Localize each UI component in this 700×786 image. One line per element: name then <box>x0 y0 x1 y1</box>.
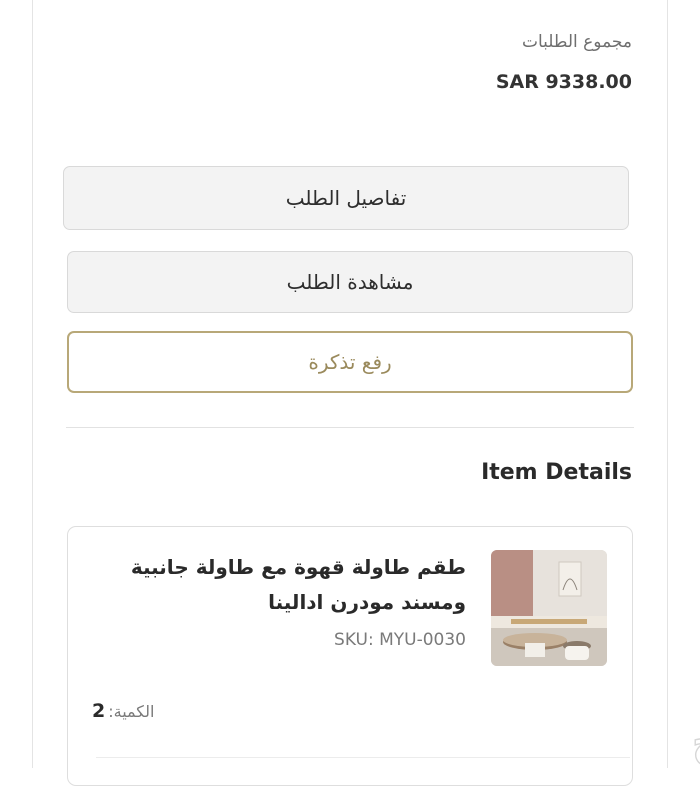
raise-ticket-button[interactable]: رفع تذكرة <box>67 331 633 393</box>
item-name[interactable]: طقم طاولة قهوة مع طاولة جانبية ومسند مود… <box>86 550 466 620</box>
item-quantity: الكمية: 2 <box>92 700 154 722</box>
watermark-text: حراج <box>692 717 700 767</box>
product-photo-icon <box>491 550 607 666</box>
section-divider <box>66 427 634 428</box>
quantity-value: 2 <box>92 700 106 722</box>
view-order-button[interactable]: مشاهدة الطلب <box>67 251 633 313</box>
order-details-button[interactable]: تفاصيل الطلب <box>63 166 629 230</box>
item-details-title: Item Details <box>481 460 632 485</box>
orders-total-value: SAR 9338.00 <box>495 71 632 93</box>
orders-total-label: مجموع الطلبات <box>521 32 632 52</box>
product-image[interactable] <box>491 550 607 666</box>
haraj-watermark-icon: حراج <box>691 716 700 767</box>
quantity-label: الكمية: <box>108 702 155 721</box>
item-sku: SKU: MYU-0030 <box>334 630 466 650</box>
